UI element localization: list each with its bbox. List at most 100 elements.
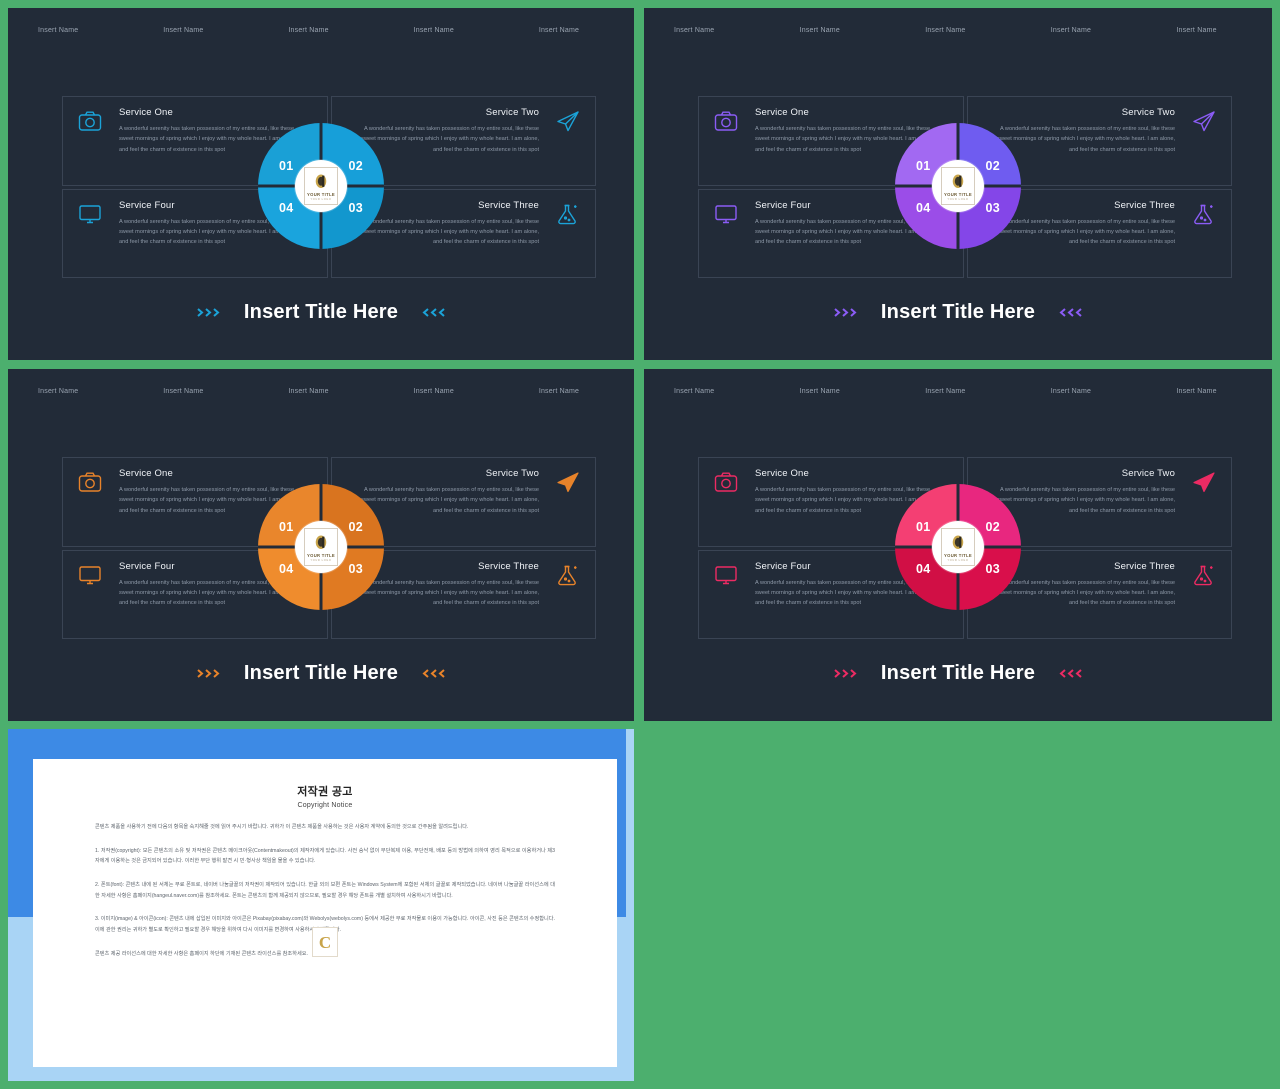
chevron-left-icon <box>420 306 446 319</box>
slide-thumbnail-purple[interactable]: Insert Name Insert Name Insert Name Inse… <box>644 8 1272 360</box>
camera-icon <box>77 109 103 133</box>
slide-title-bar: Insert Title Here <box>8 301 634 324</box>
insert-name-row: Insert Name Insert Name Insert Name Inse… <box>8 369 634 413</box>
donut-number-03: 03 <box>985 562 1000 576</box>
insert-name-label: Insert Name <box>38 26 79 34</box>
logo-title: YOUR TITLE <box>944 552 972 558</box>
insert-name-label: Insert Name <box>674 26 715 34</box>
logo-emblem-icon <box>952 174 964 188</box>
camera-icon <box>713 109 739 133</box>
donut-number-02: 02 <box>348 159 363 173</box>
center-logo-hub: YOUR TITLE YOUR LOGO <box>932 521 984 573</box>
logo-card: YOUR TITLE YOUR LOGO <box>304 167 338 205</box>
service-body: A wonderful serenity has taken possessio… <box>361 126 539 153</box>
logo-subtitle: YOUR LOGO <box>310 558 332 562</box>
insert-name-row: Insert Name Insert Name Insert Name Inse… <box>8 8 634 52</box>
logo-card: YOUR TITLE YOUR LOGO <box>941 167 975 205</box>
logo-subtitle: YOUR LOGO <box>947 197 969 201</box>
center-logo-hub: YOUR TITLE YOUR LOGO <box>295 521 347 573</box>
donut-number-01: 01 <box>279 520 294 534</box>
service-body: A wonderful serenity has taken possessio… <box>361 579 539 607</box>
service-body: A wonderful serenity has taken possessio… <box>997 126 1175 153</box>
center-logo-hub: YOUR TITLE YOUR LOGO <box>295 160 347 212</box>
slide-title-bar: Insert Title Here <box>8 662 634 685</box>
insert-name-label: Insert Name <box>413 26 454 34</box>
donut-number-04: 04 <box>916 562 931 576</box>
paper-plane-icon <box>1191 109 1217 133</box>
insert-name-label: Insert Name <box>925 387 966 395</box>
center-logo-hub: YOUR TITLE YOUR LOGO <box>932 160 984 212</box>
insert-name-row: Insert Name Insert Name Insert Name Inse… <box>644 369 1272 413</box>
donut-number-04: 04 <box>279 201 294 215</box>
insert-name-label: Insert Name <box>1050 26 1092 34</box>
donut-number-04: 04 <box>916 201 931 215</box>
donut-number-01: 01 <box>916 159 931 173</box>
service-heading: Service Two <box>485 468 539 479</box>
logo-card: YOUR TITLE YOUR LOGO <box>304 528 338 566</box>
insert-name-label: Insert Name <box>288 26 329 34</box>
slide-thumbnail-pink[interactable]: Insert Name Insert Name Insert Name Inse… <box>644 369 1272 721</box>
insert-name-label: Insert Name <box>288 387 329 395</box>
service-body: A wonderful serenity has taken possessio… <box>997 579 1175 607</box>
service-heading: Service Two <box>485 107 539 118</box>
insert-name-label: Insert Name <box>799 26 840 34</box>
monitor-icon <box>713 202 739 226</box>
chevron-left-icon <box>1057 667 1083 680</box>
logo-emblem-icon <box>315 174 327 188</box>
donut-number-03: 03 <box>348 562 363 576</box>
logo-emblem-icon <box>315 535 327 549</box>
logo-title: YOUR TITLE <box>944 191 972 197</box>
copyright-intro: 콘텐츠 제품을 사용하기 전에 다음의 항목을 숙지해줄 것에 읽어 주시기 바… <box>95 824 469 830</box>
monitor-icon <box>77 563 103 587</box>
service-body: A wonderful serenity has taken possessio… <box>997 218 1175 246</box>
slide-thumbnail-blue[interactable]: Insert Name Insert Name Insert Name Inse… <box>8 8 634 360</box>
logo-card: YOUR TITLE YOUR LOGO <box>941 528 975 566</box>
donut-number-01: 01 <box>916 520 931 534</box>
insert-name-label: Insert Name <box>674 387 715 395</box>
copyright-title: 저작권 공고 <box>297 786 353 798</box>
slide-thumbnail-orange[interactable]: Insert Name Insert Name Insert Name Inse… <box>8 369 634 721</box>
monitor-icon <box>713 563 739 587</box>
copyright-section-1: 1. 저작권(copyright): 모든 콘텐츠의 소유 및 저작권은 콘텐츠… <box>95 847 555 865</box>
insert-name-label: Insert Name <box>413 387 454 395</box>
insert-name-row: Insert Name Insert Name Insert Name Inse… <box>644 8 1272 52</box>
copyright-notice-panel[interactable]: 저작권 공고 Copyright Notice 콘텐츠 제품을 사용하기 전에 … <box>8 729 634 1081</box>
poster-canvas: Insert Name Insert Name Insert Name Inse… <box>0 0 1280 1089</box>
chevron-right-icon <box>196 306 222 319</box>
logo-subtitle: YOUR LOGO <box>310 197 332 201</box>
insert-name-label: Insert Name <box>38 387 79 395</box>
chevron-left-icon <box>1057 306 1083 319</box>
service-body: A wonderful serenity has taken possessio… <box>997 487 1175 514</box>
insert-name-label: Insert Name <box>925 26 966 34</box>
service-heading: Service One <box>119 107 173 118</box>
service-heading: Service Two <box>1121 107 1175 118</box>
insert-name-label: Insert Name <box>1050 387 1092 395</box>
insert-name-label: Insert Name <box>163 26 204 34</box>
watermark-letter: C <box>318 932 332 952</box>
donut-number-03: 03 <box>985 201 1000 215</box>
logo-title: YOUR TITLE <box>307 552 335 558</box>
paper-plane-icon <box>555 470 581 494</box>
insert-name-label: Insert Name <box>799 387 840 395</box>
slide-title: Insert Title Here <box>243 301 399 323</box>
service-heading: Service Two <box>1121 468 1175 479</box>
logo-emblem-icon <box>952 535 964 549</box>
service-heading: Service One <box>119 468 173 479</box>
slide-title: Insert Title Here <box>243 662 399 684</box>
donut-number-03: 03 <box>348 201 363 215</box>
insert-name-label: Insert Name <box>1176 387 1217 395</box>
chevron-right-icon <box>196 667 222 680</box>
chevron-right-icon <box>833 667 859 680</box>
service-heading: Service One <box>755 468 809 479</box>
copyright-watermark-logo: C <box>312 927 338 957</box>
flask-icon <box>555 563 581 587</box>
slide-title-bar: Insert Title Here <box>644 301 1272 324</box>
paper-plane-icon <box>1191 470 1217 494</box>
service-body: A wonderful serenity has taken possessio… <box>361 487 539 514</box>
donut-number-02: 02 <box>985 159 1000 173</box>
logo-title: YOUR TITLE <box>307 191 335 197</box>
insert-name-label: Insert Name <box>163 387 204 395</box>
flask-icon <box>555 202 581 226</box>
insert-name-label: Insert Name <box>1176 26 1217 34</box>
chevron-right-icon <box>833 306 859 319</box>
